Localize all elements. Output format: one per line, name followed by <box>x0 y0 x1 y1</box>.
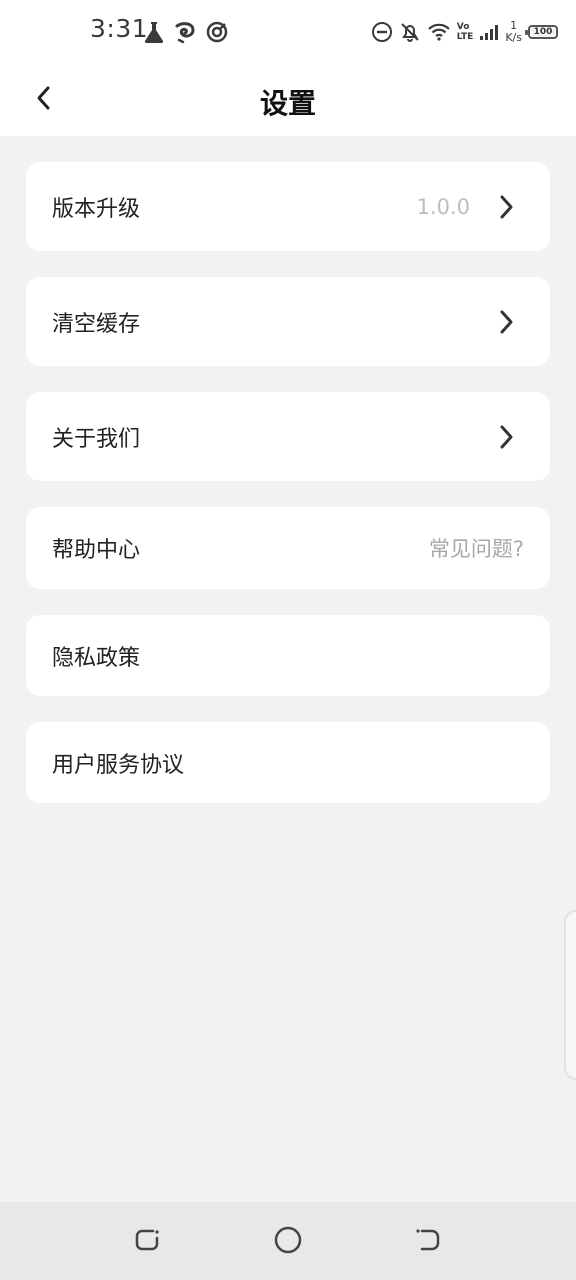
battery-indicator: 100 <box>525 25 558 39</box>
bell-off-icon <box>399 21 421 43</box>
navigation-bar <box>0 1202 576 1280</box>
status-time: 3:31 <box>90 14 149 43</box>
circle-notification-icon <box>205 20 229 44</box>
recent-apps-button[interactable] <box>131 1226 163 1258</box>
version-upgrade-label: 版本升级 <box>52 196 141 222</box>
clear-cache-label: 清空缓存 <box>52 311 141 337</box>
back-nav-button[interactable] <box>412 1226 444 1258</box>
chevron-right-icon <box>496 193 516 221</box>
do-not-disturb-icon <box>371 21 393 43</box>
volte-indicator: Vo LTE <box>457 22 474 42</box>
help-center-label: 帮助中心 <box>52 538 141 563</box>
home-icon <box>273 1225 303 1259</box>
net-speed-unit: K/s <box>505 31 522 44</box>
version-value: 1.0.0 <box>416 194 470 219</box>
recent-apps-icon <box>133 1226 161 1258</box>
status-right-icons: Vo LTE 1 K/s 100 <box>371 17 558 47</box>
user-agreement-label: 用户服务协议 <box>52 752 185 778</box>
home-button[interactable] <box>272 1226 304 1258</box>
help-center-item[interactable]: 帮助中心 常见问题? <box>26 507 550 589</box>
swirl-icon <box>173 20 197 44</box>
clear-cache-item[interactable]: 清空缓存 <box>26 277 550 366</box>
title-bar: 设置 <box>0 64 576 136</box>
net-speed: 1 K/s <box>505 20 522 44</box>
flask-icon <box>143 20 165 44</box>
volte-top: Vo <box>456 22 470 32</box>
status-left-icons <box>143 19 229 45</box>
wifi-icon <box>427 22 451 42</box>
about-us-label: 关于我们 <box>52 426 141 452</box>
privacy-policy-item[interactable]: 隐私政策 <box>26 615 550 696</box>
about-us-item[interactable]: 关于我们 <box>26 392 550 481</box>
chevron-right-icon <box>496 308 516 336</box>
back-nav-icon <box>414 1226 442 1258</box>
chevron-right-icon <box>496 423 516 451</box>
signal-icon <box>479 23 499 41</box>
user-agreement-item[interactable]: 用户服务协议 <box>26 722 550 803</box>
privacy-policy-label: 隐私政策 <box>52 645 141 671</box>
version-upgrade-item[interactable]: 版本升级 1.0.0 <box>26 162 550 251</box>
volte-bottom: LTE <box>456 32 474 42</box>
faq-link: 常见问题? <box>428 537 524 561</box>
side-panel-handle[interactable] <box>564 910 576 1080</box>
page-title: 设置 <box>259 87 316 120</box>
status-bar: 3:31 Vo LTE 1 K/s 100 <box>0 0 576 64</box>
